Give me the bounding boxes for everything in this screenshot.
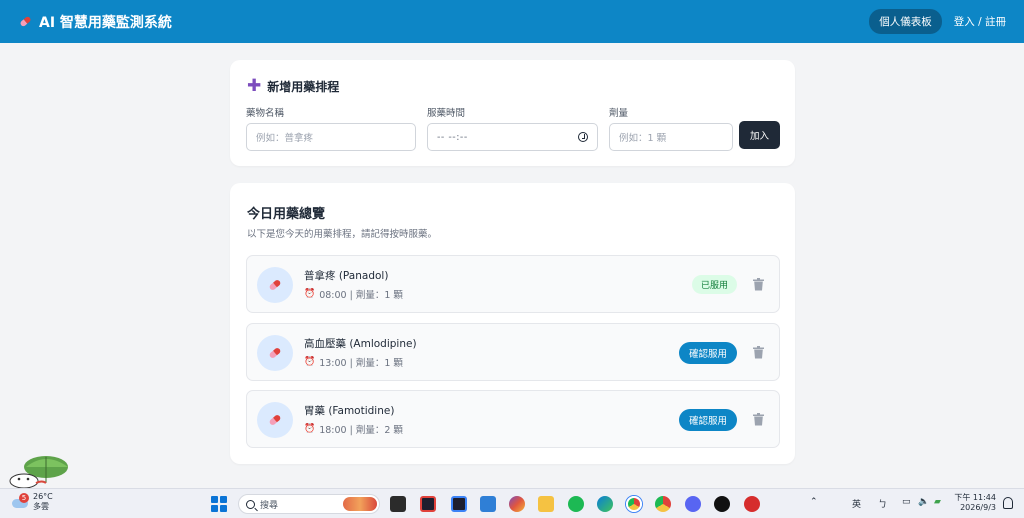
edge-icon[interactable] bbox=[597, 496, 613, 512]
temperature: 26°C bbox=[33, 492, 53, 501]
medication-schedule: 13:00 | 劑量：1 顆 bbox=[319, 358, 403, 369]
confirm-taken-button[interactable]: 確認服用 bbox=[678, 409, 737, 431]
overview-title: 今日用藥總覽 bbox=[247, 207, 326, 222]
app-title: AI 智慧用藥監測系統 bbox=[39, 14, 172, 31]
red-app-icon[interactable] bbox=[744, 496, 760, 512]
network-icon[interactable]: ▭ bbox=[902, 497, 911, 507]
weather-notification-badge: 5 bbox=[19, 493, 29, 503]
cloud-icon: 5 bbox=[11, 493, 29, 509]
medication-meta: ⏰ 08:00 | 劑量：1 顆 bbox=[304, 287, 403, 301]
clock-icon[interactable] bbox=[578, 132, 588, 142]
medication-row: 普拿疼 (Panadol) ⏰ 08:00 | 劑量：1 顆 已服用 bbox=[246, 255, 780, 313]
medication-name: 普拿疼 (Panadol) bbox=[304, 270, 389, 282]
clock-time: 下午 11:44 bbox=[954, 493, 996, 502]
taken-badge: 已服用 bbox=[691, 275, 737, 294]
today-overview-card: 今日用藥總覽 以下是您今天的用藥排程，請記得按時服藥。 普拿疼 (Panadol… bbox=[230, 183, 795, 464]
brand[interactable]: AI 智慧用藥監測系統 bbox=[18, 12, 172, 32]
notification-bell-icon[interactable] bbox=[1003, 497, 1013, 509]
spotify-icon[interactable] bbox=[568, 496, 584, 512]
medicine-name-placeholder: 例如：普拿疼 bbox=[256, 133, 314, 144]
medication-meta: ⏰ 18:00 | 劑量：2 顆 bbox=[304, 422, 403, 436]
trash-icon[interactable] bbox=[753, 278, 764, 291]
medication-row: 胃藥 (Famotidine) ⏰ 18:00 | 劑量：2 顆 確認服用 bbox=[246, 390, 780, 448]
pill-icon bbox=[269, 348, 281, 358]
copilot-icon[interactable] bbox=[509, 496, 525, 512]
app-header: AI 智慧用藥監測系統 個人儀表板 登入 / 註冊 bbox=[0, 0, 1024, 43]
medication-schedule: 18:00 | 劑量：2 顆 bbox=[319, 425, 403, 436]
medication-avatar bbox=[257, 267, 293, 303]
chrome-icon[interactable] bbox=[655, 496, 671, 512]
ime-mode-icon[interactable]: ㄅ bbox=[878, 497, 887, 510]
dose-input[interactable]: 例如：1 顆 bbox=[609, 123, 733, 151]
medicine-name-field: 藥物名稱 例如：普拿疼 bbox=[246, 105, 416, 151]
photos-app-icon[interactable] bbox=[480, 496, 496, 512]
trash-icon[interactable] bbox=[753, 413, 764, 426]
ide-app-icon[interactable] bbox=[451, 496, 467, 512]
medication-name: 高血壓藥 (Amlodipine) bbox=[304, 338, 417, 350]
overview-subtitle: 以下是您今天的用藥排程，請記得按時服藥。 bbox=[247, 229, 438, 240]
ime-language[interactable]: 英 bbox=[852, 497, 861, 510]
task-view-icon[interactable] bbox=[390, 496, 406, 512]
alarm-clock-icon: ⏰ bbox=[304, 357, 316, 367]
medicine-name-input[interactable]: 例如：普拿疼 bbox=[246, 123, 416, 151]
pill-icon bbox=[269, 280, 281, 290]
medication-name: 胃藥 (Famotidine) bbox=[304, 405, 395, 417]
github-icon[interactable] bbox=[714, 496, 730, 512]
pill-icon bbox=[20, 16, 31, 27]
alarm-clock-icon: ⏰ bbox=[304, 424, 316, 434]
trash-icon[interactable] bbox=[753, 346, 764, 359]
weather-condition: 多雲 bbox=[33, 502, 49, 511]
time-field: 服藥時間 -- --:-- bbox=[427, 105, 598, 151]
medication-avatar bbox=[257, 402, 293, 438]
medication-row: 高血壓藥 (Amlodipine) ⏰ 13:00 | 劑量：1 顆 確認服用 bbox=[246, 323, 780, 381]
taskbar-search[interactable]: 搜尋 bbox=[238, 494, 380, 514]
system-clock[interactable]: 下午 11:44 2026/9/3 bbox=[952, 493, 996, 513]
taskbar: 5 26°C 多雲 搜尋 ⌃ 英 ㄅ ▭ 🔈 ▰ 下午 11:44 2026/9… bbox=[0, 488, 1024, 518]
medication-avatar bbox=[257, 335, 293, 371]
search-placeholder: 搜尋 bbox=[260, 500, 279, 511]
time-input[interactable]: -- --:-- bbox=[427, 123, 598, 151]
windows-start-icon[interactable] bbox=[211, 496, 227, 512]
desktop-mascot-icon[interactable] bbox=[8, 453, 72, 489]
add-schedule-card: ✚ 新增用藥排程 藥物名稱 例如：普拿疼 服藥時間 -- --:-- 劑量 例如… bbox=[230, 60, 795, 166]
dose-placeholder: 例如：1 顆 bbox=[619, 133, 667, 144]
login-register-link[interactable]: 登入 / 註冊 bbox=[954, 14, 1006, 29]
jetbrains-app-icon[interactable] bbox=[420, 496, 436, 512]
confirm-taken-button[interactable]: 確認服用 bbox=[678, 342, 737, 364]
battery-icon[interactable]: ▰ bbox=[934, 497, 941, 507]
search-icon bbox=[246, 499, 255, 509]
dose-label: 劑量 bbox=[609, 108, 629, 119]
medication-schedule: 08:00 | 劑量：1 顆 bbox=[319, 290, 403, 301]
file-explorer-icon[interactable] bbox=[538, 496, 554, 512]
add-schedule-title: ✚ 新增用藥排程 bbox=[247, 78, 339, 95]
clock-date: 2026/9/3 bbox=[960, 503, 996, 512]
dose-field: 劑量 例如：1 顆 bbox=[609, 105, 733, 151]
add-schedule-heading: 新增用藥排程 bbox=[267, 80, 340, 94]
time-label: 服藥時間 bbox=[427, 108, 466, 119]
dashboard-button[interactable]: 個人儀表板 bbox=[869, 9, 942, 34]
plus-icon: ✚ bbox=[247, 76, 262, 96]
chevron-up-icon[interactable]: ⌃ bbox=[810, 497, 818, 507]
search-highlight-image bbox=[343, 497, 377, 511]
discord-icon[interactable] bbox=[685, 496, 701, 512]
volume-icon[interactable]: 🔈 bbox=[918, 497, 929, 507]
add-button[interactable]: 加入 bbox=[739, 121, 780, 149]
medicine-name-label: 藥物名稱 bbox=[246, 108, 285, 119]
weather-widget[interactable]: 5 26°C 多雲 bbox=[11, 492, 53, 512]
medication-meta: ⏰ 13:00 | 劑量：1 顆 bbox=[304, 355, 403, 369]
alarm-clock-icon: ⏰ bbox=[304, 289, 316, 299]
pill-icon bbox=[269, 415, 281, 425]
chrome-active-icon[interactable] bbox=[626, 496, 642, 512]
time-value: -- --:-- bbox=[437, 131, 468, 143]
